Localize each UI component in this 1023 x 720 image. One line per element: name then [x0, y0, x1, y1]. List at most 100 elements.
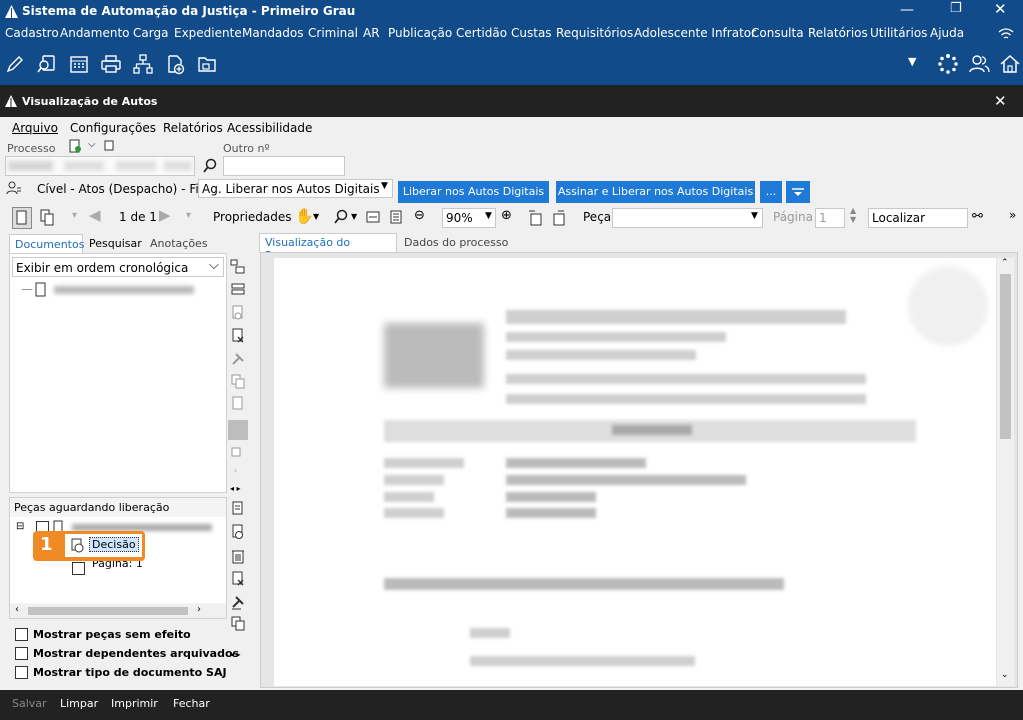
single-page-button[interactable] — [12, 207, 32, 229]
pagina-stepper[interactable]: ▲ ▼ — [850, 206, 856, 224]
remove-signature-icon[interactable] — [230, 328, 246, 344]
processo-number-field[interactable] — [5, 156, 195, 176]
sign-document-icon[interactable] — [230, 501, 246, 517]
menu-andamento[interactable]: Andamento — [60, 26, 130, 40]
salvar-button[interactable]: Salvar — [12, 697, 47, 710]
limpar-button[interactable]: Limpar — [60, 697, 98, 710]
liberar-button[interactable]: Liberar nos Autos Digitais — [398, 181, 549, 203]
previous-page-icon[interactable]: ◀ — [89, 206, 101, 224]
next-page-icon[interactable]: ▶ — [159, 206, 171, 224]
menu-ar[interactable]: AR — [363, 26, 380, 40]
seal-icon[interactable] — [230, 524, 246, 540]
scroll-up-icon[interactable]: ⌃ — [1001, 258, 1009, 268]
mostrar-pecas-checkbox[interactable] — [15, 628, 28, 641]
collapse-icon[interactable] — [230, 282, 246, 298]
add-document-icon[interactable] — [164, 53, 186, 75]
close-subwindow-icon[interactable]: ✕ — [994, 92, 1007, 110]
vertical-scrollbar[interactable]: ⌃ ⌄ — [997, 258, 1014, 686]
localizar-field[interactable]: Localizar — [868, 208, 968, 228]
fit-page-icon[interactable] — [389, 210, 403, 224]
tree-collapse-icon[interactable]: ⊟ — [16, 521, 24, 532]
fila-select[interactable]: Ag. Liberar nos Autos Digitais ▼ — [198, 179, 393, 198]
menu-certidao[interactable]: Certidão — [456, 26, 507, 40]
strip-scroll-icon[interactable]: ◂ ▸ — [230, 484, 241, 493]
document-add-icon[interactable] — [68, 139, 82, 153]
overflow-icon[interactable]: » — [1009, 208, 1016, 222]
menu-ajuda[interactable]: Ajuda — [930, 26, 964, 40]
filter-button[interactable] — [786, 181, 810, 203]
tab-documentos[interactable]: Documentos — [9, 234, 84, 254]
zoom-select[interactable]: 90% ▼ — [442, 208, 496, 228]
home-icon[interactable] — [999, 53, 1021, 75]
zoom-out-icon[interactable]: ⊖ — [414, 208, 425, 223]
menu-carga[interactable]: Carga — [133, 26, 168, 40]
menu-publicacao[interactable]: Publicação — [388, 26, 452, 40]
restore-icon[interactable]: ❐ — [950, 1, 962, 16]
menu-relatorios-sub[interactable]: Relatórios — [163, 121, 223, 135]
fechar-button[interactable]: Fechar — [173, 697, 210, 710]
menu-configuracoes[interactable]: Configurações — [70, 121, 156, 135]
menu-requisitorios[interactable]: Requisitórios — [556, 26, 633, 40]
search-document-icon[interactable] — [36, 53, 58, 75]
minimize-icon[interactable]: — — [900, 2, 914, 18]
scrollbar-thumb[interactable] — [28, 607, 188, 615]
tab-pesquisar[interactable]: Pesquisar — [89, 237, 142, 250]
mostrar-dependentes-checkbox[interactable] — [15, 647, 28, 660]
peca-select[interactable]: ▼ — [612, 208, 763, 228]
remove-signature-icon[interactable] — [230, 571, 246, 587]
page-checkbox[interactable] — [72, 562, 85, 575]
scrollbar-thumb[interactable] — [1000, 274, 1011, 439]
menu-utilitarios[interactable]: Utilitários — [870, 26, 927, 40]
menu-arquivo[interactable]: Arquivo — [12, 121, 58, 135]
hierarchy-icon[interactable] — [132, 53, 154, 75]
menu-consulta[interactable]: Consulta — [751, 26, 804, 40]
imprimir-button[interactable]: Imprimir — [111, 697, 158, 710]
last-page-icon[interactable]: ▾ — [186, 210, 191, 221]
dropdown-arrow-icon[interactable]: ▼ — [908, 55, 916, 68]
search-icon[interactable] — [202, 158, 218, 174]
outro-numero-field[interactable] — [223, 156, 345, 176]
users-icon[interactable] — [968, 53, 990, 75]
scroll-down-icon[interactable]: ⌄ — [1001, 670, 1009, 680]
tree-expand-icon[interactable] — [230, 259, 246, 275]
scroll-right-icon[interactable]: › — [197, 604, 201, 615]
printer-icon[interactable] — [100, 53, 122, 75]
hand-tool-icon[interactable]: ✋ — [295, 207, 314, 225]
menu-criminal[interactable]: Criminal — [308, 26, 358, 40]
menu-relatorios[interactable]: Relatórios — [808, 26, 868, 40]
rotate-right-icon[interactable] — [550, 209, 568, 227]
menu-adolescente-infrator[interactable]: Adolescente Infrator — [634, 26, 756, 40]
tree-item-process[interactable] — [54, 286, 194, 294]
menu-acessibilidade[interactable]: Acessibilidade — [227, 121, 312, 135]
tab-visualizacao[interactable]: Visualização do Processo — [259, 233, 397, 262]
zoom-in-icon[interactable]: ⊕ — [501, 208, 512, 223]
pagina-field[interactable]: 1 — [815, 208, 845, 228]
order-select[interactable]: Exibir em ordem cronológica ⌵ — [12, 257, 224, 277]
fit-width-icon[interactable] — [366, 210, 380, 224]
gavel-icon[interactable] — [230, 594, 246, 610]
note-icon[interactable] — [104, 140, 116, 152]
zoom-icon[interactable] — [333, 209, 349, 225]
menu-mandados[interactable]: Mandados — [242, 26, 304, 40]
menu-cadastro[interactable]: Cadastro — [5, 26, 59, 40]
scroll-left-icon[interactable]: ‹ — [15, 604, 19, 615]
trash-icon[interactable] — [230, 548, 246, 564]
tab-dados-processo[interactable]: Dados do processo — [404, 236, 508, 249]
chevron-down-icon[interactable]: ▼ — [351, 212, 357, 221]
binoculars-icon[interactable]: ⚯ — [972, 209, 983, 224]
calendar-icon[interactable] — [68, 53, 90, 75]
horizontal-scrollbar[interactable]: ‹ › — [10, 604, 226, 618]
pages-icon[interactable] — [38, 208, 56, 226]
tab-anotacoes[interactable]: Anotações — [150, 237, 208, 250]
chevron-down-icon[interactable]: ▼ — [313, 212, 319, 221]
assinar-liberar-button[interactable]: Assinar e Liberar nos Autos Digitais — [556, 181, 755, 203]
mostrar-tipo-checkbox[interactable] — [15, 666, 28, 679]
copy-icon[interactable] — [230, 615, 246, 631]
first-page-icon[interactable]: ▾ — [72, 210, 77, 221]
menu-expediente[interactable]: Expediente — [174, 26, 242, 40]
propriedades-button[interactable]: Propriedades — [213, 210, 292, 224]
scroll-down-icon[interactable]: › — [234, 466, 237, 475]
rotate-left-icon[interactable] — [527, 209, 545, 227]
decisao-item[interactable]: Decisão — [65, 534, 142, 557]
edit-icon[interactable] — [4, 53, 26, 75]
